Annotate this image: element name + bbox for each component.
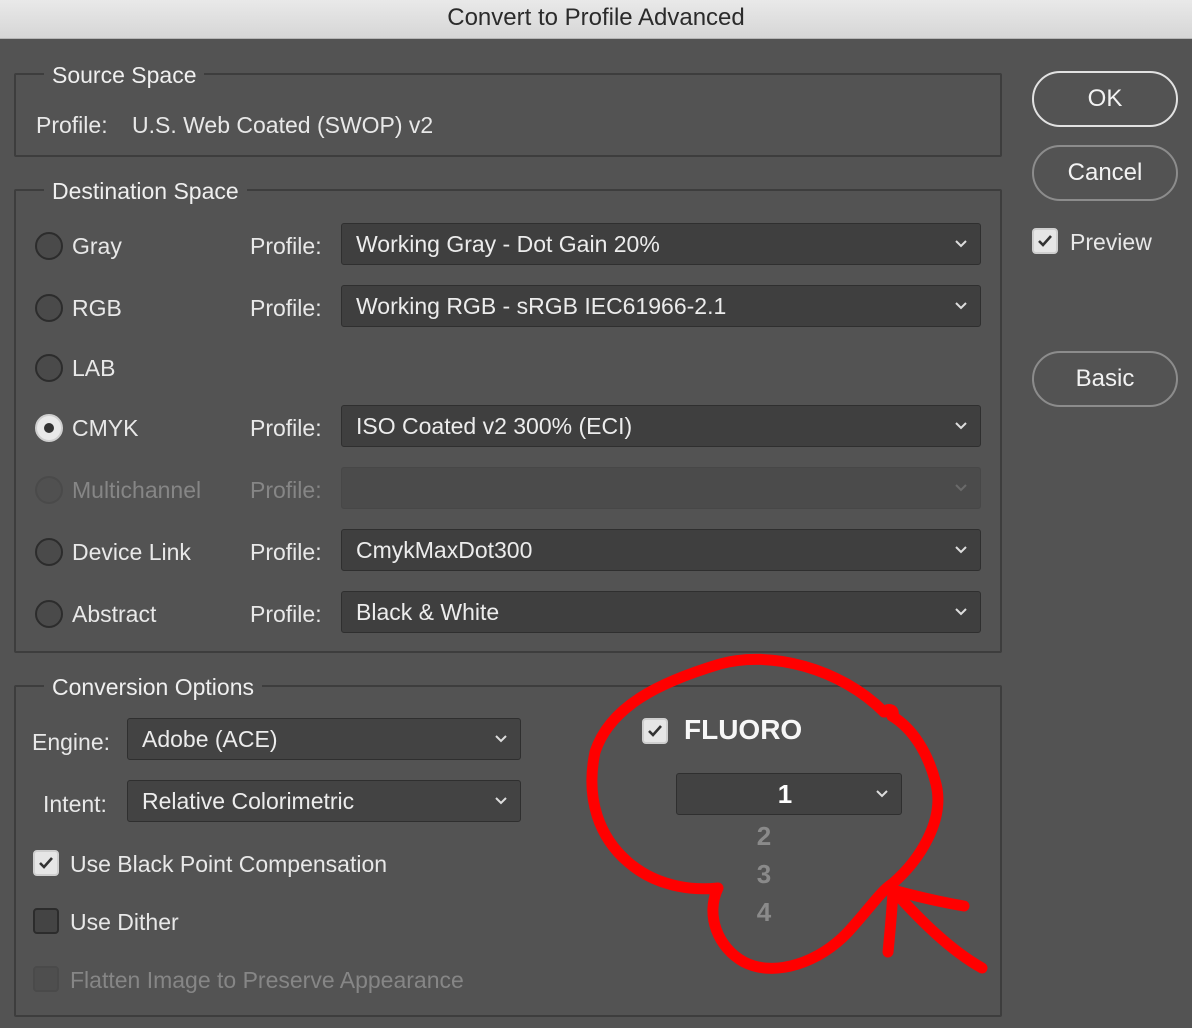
chevron-down-icon bbox=[495, 797, 507, 805]
fluoro-label[interactable]: FLUORO bbox=[684, 714, 802, 746]
engine-select[interactable]: Adobe (ACE) bbox=[127, 718, 521, 760]
fluoro-option-2[interactable]: 2 bbox=[744, 821, 784, 852]
rgb-radio[interactable] bbox=[35, 294, 63, 322]
gray-radio[interactable] bbox=[35, 232, 63, 260]
engine-label: Engine: bbox=[32, 729, 111, 755]
fluoro-checkbox[interactable] bbox=[642, 718, 668, 744]
device-link-label[interactable]: Device Link bbox=[72, 539, 191, 566]
rgb-profile-value: Working RGB - sRGB IEC61966-2.1 bbox=[356, 293, 727, 319]
abstract-radio[interactable] bbox=[35, 600, 63, 628]
ok-button[interactable]: OK bbox=[1032, 71, 1178, 127]
cmyk-radio[interactable] bbox=[35, 414, 63, 442]
checkmark-icon bbox=[1038, 235, 1052, 247]
multichannel-label: Multichannel bbox=[72, 477, 202, 503]
dither-label[interactable]: Use Dither bbox=[70, 909, 179, 936]
black-point-checkbox[interactable] bbox=[33, 850, 59, 876]
gray-profile-select[interactable]: Working Gray - Dot Gain 20% bbox=[341, 223, 981, 265]
chevron-down-icon bbox=[495, 735, 507, 743]
preview-label[interactable]: Preview bbox=[1070, 229, 1152, 256]
device-link-profile-label: Profile: bbox=[250, 539, 322, 565]
abstract-profile-value: Black & White bbox=[356, 599, 500, 625]
window-title: Convert to Profile Advanced bbox=[0, 0, 1192, 39]
cancel-button[interactable]: Cancel bbox=[1032, 145, 1178, 201]
cmyk-profile-label: Profile: bbox=[250, 415, 322, 441]
device-link-profile-select[interactable]: CmykMaxDot300 bbox=[341, 529, 981, 571]
abstract-profile-label: Profile: bbox=[250, 601, 322, 627]
cmyk-label[interactable]: CMYK bbox=[72, 415, 138, 442]
abstract-label[interactable]: Abstract bbox=[72, 601, 156, 628]
rgb-label[interactable]: RGB bbox=[72, 295, 122, 322]
cmyk-profile-value: ISO Coated v2 300% (ECI) bbox=[356, 413, 633, 439]
lab-radio[interactable] bbox=[35, 354, 63, 382]
intent-select[interactable]: Relative Colorimetric bbox=[127, 780, 521, 822]
destination-space-legend: Destination Space bbox=[44, 178, 247, 205]
flatten-label: Flatten Image to Preserve Appearance bbox=[70, 967, 464, 993]
engine-value: Adobe (ACE) bbox=[142, 726, 278, 752]
intent-value: Relative Colorimetric bbox=[142, 788, 355, 814]
source-space-legend: Source Space bbox=[44, 62, 205, 89]
fluoro-option-3[interactable]: 3 bbox=[744, 859, 784, 890]
multichannel-profile-select bbox=[341, 467, 981, 509]
gray-profile-label: Profile: bbox=[250, 233, 322, 259]
checkmark-icon bbox=[39, 857, 53, 869]
source-profile-value: U.S. Web Coated (SWOP) v2 bbox=[132, 112, 434, 138]
checkmark-icon bbox=[648, 725, 662, 737]
fluoro-option-4[interactable]: 4 bbox=[744, 897, 784, 928]
chevron-down-icon bbox=[955, 484, 967, 492]
intent-label: Intent: bbox=[43, 791, 107, 817]
fluoro-select[interactable]: 1 bbox=[676, 773, 902, 815]
fluoro-selected-value: 1 bbox=[777, 779, 793, 809]
chevron-down-icon bbox=[876, 790, 888, 798]
gray-profile-value: Working Gray - Dot Gain 20% bbox=[356, 231, 660, 257]
multichannel-radio bbox=[35, 476, 63, 504]
dither-checkbox[interactable] bbox=[33, 908, 59, 934]
basic-button[interactable]: Basic bbox=[1032, 351, 1178, 407]
chevron-down-icon bbox=[955, 546, 967, 554]
source-profile-label: Profile: bbox=[36, 112, 108, 138]
lab-label[interactable]: LAB bbox=[72, 355, 115, 382]
black-point-label[interactable]: Use Black Point Compensation bbox=[70, 851, 387, 878]
cmyk-profile-select[interactable]: ISO Coated v2 300% (ECI) bbox=[341, 405, 981, 447]
gray-label[interactable]: Gray bbox=[72, 233, 122, 260]
abstract-profile-select[interactable]: Black & White bbox=[341, 591, 981, 633]
chevron-down-icon bbox=[955, 422, 967, 430]
rgb-profile-label: Profile: bbox=[250, 295, 322, 321]
flatten-checkbox bbox=[33, 966, 59, 992]
device-link-radio[interactable] bbox=[35, 538, 63, 566]
device-link-profile-value: CmykMaxDot300 bbox=[356, 537, 533, 563]
multichannel-profile-label: Profile: bbox=[250, 477, 322, 503]
chevron-down-icon bbox=[955, 608, 967, 616]
rgb-profile-select[interactable]: Working RGB - sRGB IEC61966-2.1 bbox=[341, 285, 981, 327]
chevron-down-icon bbox=[955, 240, 967, 248]
chevron-down-icon bbox=[955, 302, 967, 310]
conversion-options-legend: Conversion Options bbox=[44, 674, 262, 701]
preview-checkbox[interactable] bbox=[1032, 228, 1058, 254]
